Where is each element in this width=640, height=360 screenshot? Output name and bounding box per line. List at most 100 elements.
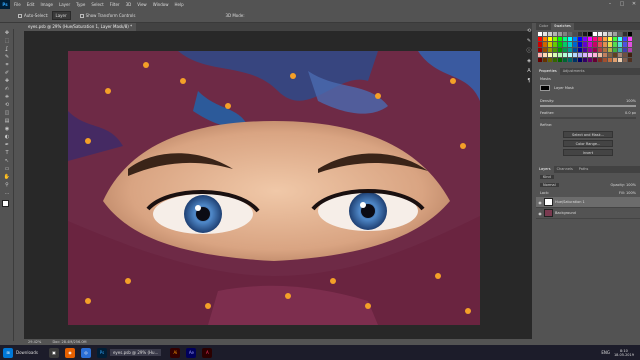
select-and-mask-button[interactable]: Select and Mask... xyxy=(563,131,613,139)
color-swatch[interactable] xyxy=(552,57,558,63)
color-swatch[interactable] xyxy=(602,57,607,63)
info-icon[interactable]: ⓘ xyxy=(524,46,534,56)
menu-view[interactable]: View xyxy=(137,2,147,7)
tab-layers[interactable]: Layers xyxy=(536,166,554,174)
color-swatch[interactable] xyxy=(587,32,593,37)
layer-row[interactable]: ◉ Background xyxy=(536,208,640,220)
shape-icon[interactable]: ▭ xyxy=(0,165,14,173)
eraser-icon[interactable]: ◫ xyxy=(0,109,14,117)
color-swatch[interactable] xyxy=(547,57,553,63)
menu-select[interactable]: Select xyxy=(91,2,103,7)
color-swatch[interactable] xyxy=(622,42,627,47)
color-swatch[interactable] xyxy=(567,32,573,37)
menu-type[interactable]: Type xyxy=(76,2,85,7)
zoom-icon[interactable]: ⚲ xyxy=(0,181,14,189)
healing-icon[interactable]: ✚ xyxy=(0,77,14,85)
color-swatch[interactable] xyxy=(612,57,617,63)
color-swatch[interactable] xyxy=(557,32,563,37)
color-swatch[interactable] xyxy=(572,57,578,63)
clock[interactable]: 8:10 18.05.2019 xyxy=(614,349,634,357)
color-swatch[interactable] xyxy=(612,52,617,57)
hand-icon[interactable]: ✋ xyxy=(0,173,14,181)
tab-properties[interactable]: Properties xyxy=(536,68,560,76)
auto-select-checkbox[interactable] xyxy=(18,13,22,18)
tab-paths[interactable]: Paths xyxy=(576,166,592,173)
move-icon[interactable]: ✥ xyxy=(0,29,14,37)
density-value[interactable]: 100% xyxy=(626,99,636,103)
color-swatch[interactable] xyxy=(562,47,568,52)
tab-color[interactable]: Color xyxy=(536,23,551,30)
color-swatch[interactable] xyxy=(542,52,548,57)
blur-icon[interactable]: ◉ xyxy=(0,125,14,133)
color-swatch[interactable] xyxy=(592,47,598,52)
show-transform-checkbox[interactable] xyxy=(79,13,84,18)
color-swatch[interactable] xyxy=(612,42,617,47)
color-swatch[interactable] xyxy=(538,57,543,63)
dodge-icon[interactable]: ◐ xyxy=(0,133,14,141)
more-icon[interactable]: … xyxy=(0,189,14,197)
color-swatch[interactable] xyxy=(627,37,632,42)
close-button[interactable]: ✕ xyxy=(628,0,640,9)
color-swatch[interactable] xyxy=(592,57,598,63)
color-swatch[interactable] xyxy=(587,37,593,42)
downloads-task[interactable]: Downloads xyxy=(16,350,38,355)
color-swatch[interactable] xyxy=(542,47,548,52)
lasso-icon[interactable]: ʆ xyxy=(0,45,14,53)
color-swatch[interactable] xyxy=(597,57,602,63)
foreground-color-swatch[interactable] xyxy=(2,200,9,207)
color-swatch[interactable] xyxy=(622,37,627,42)
color-swatch[interactable] xyxy=(607,32,612,37)
color-swatch[interactable] xyxy=(538,32,543,37)
menu-image[interactable]: Image xyxy=(40,2,53,7)
marquee-icon[interactable]: ⬚ xyxy=(0,37,14,45)
color-swatch[interactable] xyxy=(572,52,578,57)
color-swatch[interactable] xyxy=(587,42,593,47)
color-swatch[interactable] xyxy=(542,32,548,37)
paragraph-icon[interactable]: ¶ xyxy=(524,76,534,86)
color-swatch[interactable] xyxy=(602,32,607,37)
color-swatch[interactable] xyxy=(562,52,568,57)
color-swatch[interactable] xyxy=(538,52,543,57)
color-swatch[interactable] xyxy=(602,52,607,57)
color-swatch[interactable] xyxy=(627,42,632,47)
after-effects-icon[interactable]: Ae xyxy=(186,347,197,358)
color-swatch[interactable] xyxy=(567,47,573,52)
color-swatch[interactable] xyxy=(602,37,607,42)
color-swatch[interactable] xyxy=(592,37,598,42)
adobe-icon[interactable]: A xyxy=(202,347,213,358)
tab-channels[interactable]: Channels xyxy=(554,166,576,173)
visibility-eye-icon[interactable]: ◉ xyxy=(536,200,544,205)
color-swatch[interactable] xyxy=(602,42,607,47)
menu-edit[interactable]: Edit xyxy=(27,2,35,7)
color-swatch[interactable] xyxy=(622,52,627,57)
visibility-eye-icon[interactable]: ◉ xyxy=(536,211,544,216)
color-swatch[interactable] xyxy=(577,52,583,57)
color-swatch[interactable] xyxy=(582,37,588,42)
invert-button[interactable]: Invert xyxy=(563,149,613,157)
color-swatch[interactable] xyxy=(602,47,607,52)
color-swatch[interactable] xyxy=(552,32,558,37)
maximize-button[interactable]: □ xyxy=(616,0,628,9)
history-brush-icon[interactable]: ⟲ xyxy=(0,101,14,109)
color-swatch[interactable] xyxy=(577,32,583,37)
layer-row[interactable]: ◉ Hue/Saturation 1 xyxy=(536,197,640,209)
color-swatch[interactable] xyxy=(607,42,612,47)
auto-select-dropdown[interactable]: Layer xyxy=(51,11,71,20)
color-swatch[interactable] xyxy=(597,42,602,47)
color-swatch[interactable] xyxy=(587,57,593,63)
density-slider[interactable] xyxy=(540,105,636,108)
color-swatch[interactable] xyxy=(597,52,602,57)
color-swatch[interactable] xyxy=(562,42,568,47)
color-swatch[interactable] xyxy=(542,42,548,47)
photoshop-task[interactable]: eyes.psb @ 29% (Hu... xyxy=(109,349,162,356)
color-swatch[interactable] xyxy=(577,47,583,52)
color-swatch[interactable] xyxy=(552,47,558,52)
type-icon[interactable]: T xyxy=(0,149,14,157)
color-swatch[interactable] xyxy=(542,37,548,42)
color-swatch[interactable] xyxy=(547,42,553,47)
mask-thumbnail[interactable] xyxy=(540,85,550,92)
color-swatch[interactable] xyxy=(547,47,553,52)
layer-thumbnail[interactable] xyxy=(544,198,553,207)
path-select-icon[interactable]: ↖ xyxy=(0,157,14,165)
menu-help[interactable]: Help xyxy=(174,2,183,7)
